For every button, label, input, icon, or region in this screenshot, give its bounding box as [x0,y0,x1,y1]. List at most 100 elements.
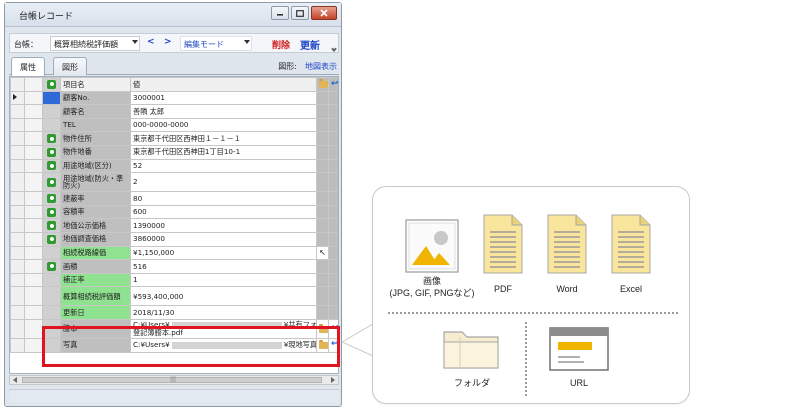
table-row[interactable]: 補正率 1 [10,272,338,288]
field-name: 相続税路線価 [60,245,131,261]
link-arrow-icon: ↩ [331,78,339,89]
column-header-value: 値 [130,77,317,92]
settings-icon[interactable] [47,261,56,271]
field-name: 物件地番 [60,144,131,160]
field-value[interactable]: ¥1,150,000 [130,245,317,261]
field-name: TEL [60,117,131,133]
field-value[interactable]: 善隣 太郎 [130,104,317,119]
excel-file-type: Excel [611,214,651,294]
mode-select[interactable]: 編集モード [180,36,252,51]
field-name: 地価調査価格 [60,231,131,247]
excel-label: Excel [619,284,642,294]
table-row[interactable]: 用途地域(区分) 52 [10,158,338,174]
field-value[interactable]: 東京都千代田区西神田１－１－１ [130,131,317,146]
table-row[interactable]: 更新日 2018/11/30 [10,305,338,320]
toolbar: 台帳： 概算相続税評価額 < > 編集モード 削除 更新 [9,33,339,53]
highlight-frame [42,326,340,367]
scroll-grip-icon: ||| [170,376,177,383]
folder-icon [319,79,328,89]
field-value[interactable]: 52 [130,158,317,174]
settings-icon[interactable] [47,234,56,244]
field-value[interactable]: 1 [130,272,317,288]
table-row[interactable]: 相続税路線価 ¥1,150,000 ↖ [10,245,338,261]
folder-icon [443,331,499,369]
previous-record-button[interactable]: < [147,37,155,47]
table-row[interactable]: 画積 516 [10,259,338,274]
settings-icon[interactable] [47,147,56,157]
field-name: 用途地域(区分) [60,158,131,174]
url-link-type: URL [548,326,610,388]
settings-icon[interactable] [47,161,56,171]
field-name: 建蔽率 [60,191,131,206]
settings-icon[interactable] [47,193,56,203]
document-icon [611,214,651,274]
ledger-select[interactable]: 概算相続税評価額 [50,36,140,51]
status-bar [9,389,339,403]
chevron-down-icon [132,40,138,44]
table-row[interactable]: TEL 000-0000-0000 [10,117,338,133]
table-row[interactable]: 概算相続税評価額 ¥593,400,000 [10,286,338,307]
current-row-indicator-icon [13,94,17,101]
separator-horizontal [388,312,678,314]
field-value[interactable]: 000-0000-0000 [130,117,317,133]
field-name: 物件住所 [60,131,131,146]
field-value[interactable]: 3860000 [130,231,317,247]
field-name: 画積 [60,259,131,274]
column-header-name: 項目名 [60,77,131,92]
settings-icon[interactable] [47,221,56,231]
image-icon [405,219,459,273]
field-value[interactable]: 516 [130,259,317,274]
table-row[interactable]: 地価調査価格 3860000 [10,231,338,247]
table-row[interactable]: 用途地域(防火・準防火) 2 [10,172,338,193]
next-record-button[interactable]: > [164,37,172,47]
tab-attributes[interactable]: 属性 [11,57,45,76]
field-name: 容積率 [60,204,131,220]
browser-window-icon [549,327,609,371]
figure-label: 図形: [278,62,297,71]
table-row[interactable]: 物件住所 東京都千代田区西神田１－１－１ [10,131,338,146]
field-value[interactable]: 80 [130,191,317,206]
field-value[interactable]: 2 [130,172,317,193]
maximize-icon [296,9,304,17]
window-title: 台帳レコード [19,12,74,22]
minimize-button[interactable] [271,6,289,20]
field-value[interactable]: 2018/11/30 [130,305,317,320]
table-row[interactable]: 容積率 600 [10,204,338,220]
map-display-link[interactable]: 地図表示 [305,61,337,72]
scroll-right-icon[interactable] [331,377,335,383]
table-row[interactable]: 顧客No. 3000001 [10,90,338,106]
settings-icon [47,79,56,89]
field-name: 更新日 [60,305,131,320]
settings-icon[interactable] [47,207,56,217]
toolbar-overflow-icon[interactable] [331,46,337,52]
field-name: 顧客No. [60,90,131,106]
settings-icon[interactable] [47,177,56,187]
table-row[interactable]: 建蔽率 80 [10,191,338,206]
table-row[interactable]: 顧客名 善隣 太郎 [10,104,338,119]
field-name: 顧客名 [60,104,131,119]
title-bar: 台帳レコード [5,3,341,27]
maximize-button[interactable] [291,6,309,20]
grid-header-row: 項目名 値 ↩ [10,77,339,92]
delete-button[interactable]: 削除 [272,38,290,51]
image-file-type: 画像 (JPG, GIF, PNGなど) [389,218,475,298]
field-value[interactable]: 3000001 [130,90,317,106]
field-name: 用途地域(防火・準防火) [60,172,131,193]
chevron-down-icon [244,40,250,44]
table-row[interactable]: 地価公示価格 1390000 [10,218,338,233]
field-value[interactable]: ¥593,400,000 [130,286,317,307]
settings-icon[interactable] [47,134,56,144]
table-row[interactable]: 物件地番 東京都千代田区西神田1丁目10-1 [10,144,338,160]
field-value[interactable]: 東京都千代田区西神田1丁目10-1 [130,144,317,160]
horizontal-scrollbar[interactable]: ||| [9,375,339,385]
tab-shapes[interactable]: 図形 [53,57,87,75]
document-icon [483,214,523,274]
close-button[interactable] [311,6,337,20]
folder-label: フォルダ [453,378,490,388]
folder-file-type: フォルダ [440,322,504,388]
magic-wand-icon[interactable]: ↖ [319,248,326,257]
field-value[interactable]: 1390000 [130,218,317,233]
scroll-left-icon[interactable] [13,377,17,383]
update-button[interactable]: 更新 [300,37,320,52]
field-value[interactable]: 600 [130,204,317,220]
